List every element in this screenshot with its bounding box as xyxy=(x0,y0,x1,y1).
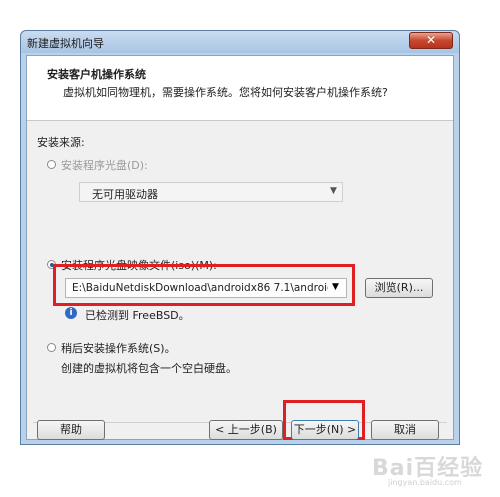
iso-path-select[interactable]: E:\BaiduNetdiskDownload\androidx86 7.1\a… xyxy=(65,278,347,298)
title-bar[interactable]: 新建虚拟机向导 ✕ xyxy=(21,31,459,53)
page-subtitle: 虚拟机如同物理机，需要操作系统。您将如何安装客户机操作系统? xyxy=(63,86,388,99)
browse-button[interactable]: 浏览(R)... xyxy=(365,278,433,298)
chevron-down-icon: ▼ xyxy=(332,282,339,292)
disc-drive-value: 无可用驱动器 xyxy=(92,188,158,201)
cancel-button[interactable]: 取消 xyxy=(371,420,439,440)
close-button[interactable]: ✕ xyxy=(409,32,453,49)
help-button[interactable]: 帮助 xyxy=(37,420,105,440)
disc-drive-select[interactable]: 无可用驱动器 ▼ xyxy=(79,182,343,202)
later-description: 创建的虚拟机将包含一个空白硬盘。 xyxy=(61,362,237,375)
radio-disc[interactable] xyxy=(47,160,56,169)
close-icon: ✕ xyxy=(425,33,437,47)
iso-path-value: E:\BaiduNetdiskDownload\androidx86 7.1\a… xyxy=(72,282,328,294)
radio-disc-label: 安装程序光盘(D): xyxy=(61,159,148,172)
radio-later[interactable] xyxy=(47,343,56,352)
wizard-window: 新建虚拟机向导 ✕ 安装客户机操作系统 虚拟机如同物理机，需要操作系统。您将如何… xyxy=(20,30,460,445)
wizard-body: 安装客户机操作系统 虚拟机如同物理机，需要操作系统。您将如何安装客户机操作系统?… xyxy=(26,55,454,440)
watermark-url: jingyan.baidu.com xyxy=(388,478,462,487)
wizard-header: 安装客户机操作系统 虚拟机如同物理机，需要操作系统。您将如何安装客户机操作系统? xyxy=(27,56,453,121)
window-title: 新建虚拟机向导 xyxy=(27,37,104,50)
chevron-down-icon: ▼ xyxy=(330,186,337,196)
next-button[interactable]: 下一步(N) > xyxy=(291,420,359,440)
radio-later-label: 稍后安装操作系统(S)。 xyxy=(61,342,176,355)
page-title: 安装客户机操作系统 xyxy=(47,68,146,81)
info-icon: i xyxy=(65,307,77,319)
back-button[interactable]: < 上一步(B) xyxy=(209,420,283,440)
detected-os-text: 已检测到 FreeBSD。 xyxy=(85,309,190,322)
install-source-label: 安装来源: xyxy=(37,136,85,149)
